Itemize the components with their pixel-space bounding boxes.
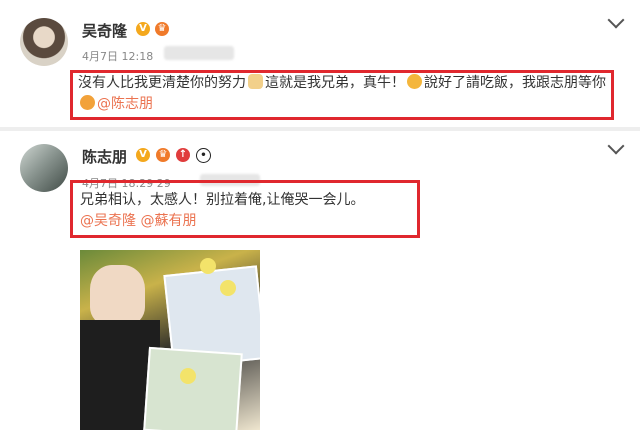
- blurred-source: [164, 46, 234, 60]
- user-name[interactable]: 吴奇隆: [82, 20, 127, 41]
- thumbs-up-emoji-icon: [248, 74, 263, 89]
- mention-link[interactable]: @蘇有朋: [140, 213, 196, 229]
- avatar[interactable]: [20, 18, 68, 66]
- verified-icon: V: [136, 148, 150, 162]
- timestamp: 4月7日 12:18: [82, 50, 154, 63]
- user-name[interactable]: 陈志朋: [82, 146, 127, 167]
- chevron-down-icon[interactable]: [607, 11, 625, 29]
- avatar[interactable]: [20, 144, 68, 192]
- crown-icon: ♛: [155, 22, 169, 36]
- flower-shape: [200, 258, 216, 274]
- photo-face: [90, 265, 145, 325]
- post-text-end: 說好了請吃飯，我跟志朋等你: [424, 75, 606, 91]
- photo-card: [143, 346, 243, 430]
- crown-icon: ♛: [156, 148, 170, 162]
- post-card-2: 陈志朋 V ♛ ↑ • 4月7日 18:29 29 兄弟相认，太感人！别拉着俺,…: [0, 130, 640, 444]
- panda-icon: •: [196, 148, 211, 163]
- post-image[interactable]: [80, 250, 260, 430]
- post-text: 兄弟相认，太感人！别拉着俺,让俺哭一会儿。 @吴奇隆 @蘇有朋: [80, 190, 410, 232]
- red-badge-icon: ↑: [176, 148, 190, 162]
- post-text-main: 沒有人比我更清楚你的努力: [78, 75, 246, 91]
- post-card-1: 吴奇隆 V ♛ 4月7日 12:18 沒有人比我更清楚你的努力 這就是我兄弟，真牛…: [0, 0, 640, 128]
- laugh-emoji-icon: [407, 74, 422, 89]
- post-text-main: 兄弟相认，太感人！别拉着俺,让俺哭一会儿。: [80, 192, 365, 208]
- mention-link[interactable]: @陈志朋: [97, 96, 153, 112]
- post-text-mid: 這就是我兄弟，真牛！: [265, 75, 405, 91]
- mention-link[interactable]: @吴奇隆: [80, 213, 136, 229]
- post-text: 沒有人比我更清楚你的努力 這就是我兄弟，真牛！ 說好了請吃飯，我跟志朋等你 @陈志朋: [78, 73, 606, 115]
- cry-emoji-icon: [80, 95, 95, 110]
- chevron-down-icon[interactable]: [607, 137, 625, 155]
- flower-shape: [180, 368, 196, 384]
- flower-shape: [220, 280, 236, 296]
- verified-icon: V: [136, 22, 150, 36]
